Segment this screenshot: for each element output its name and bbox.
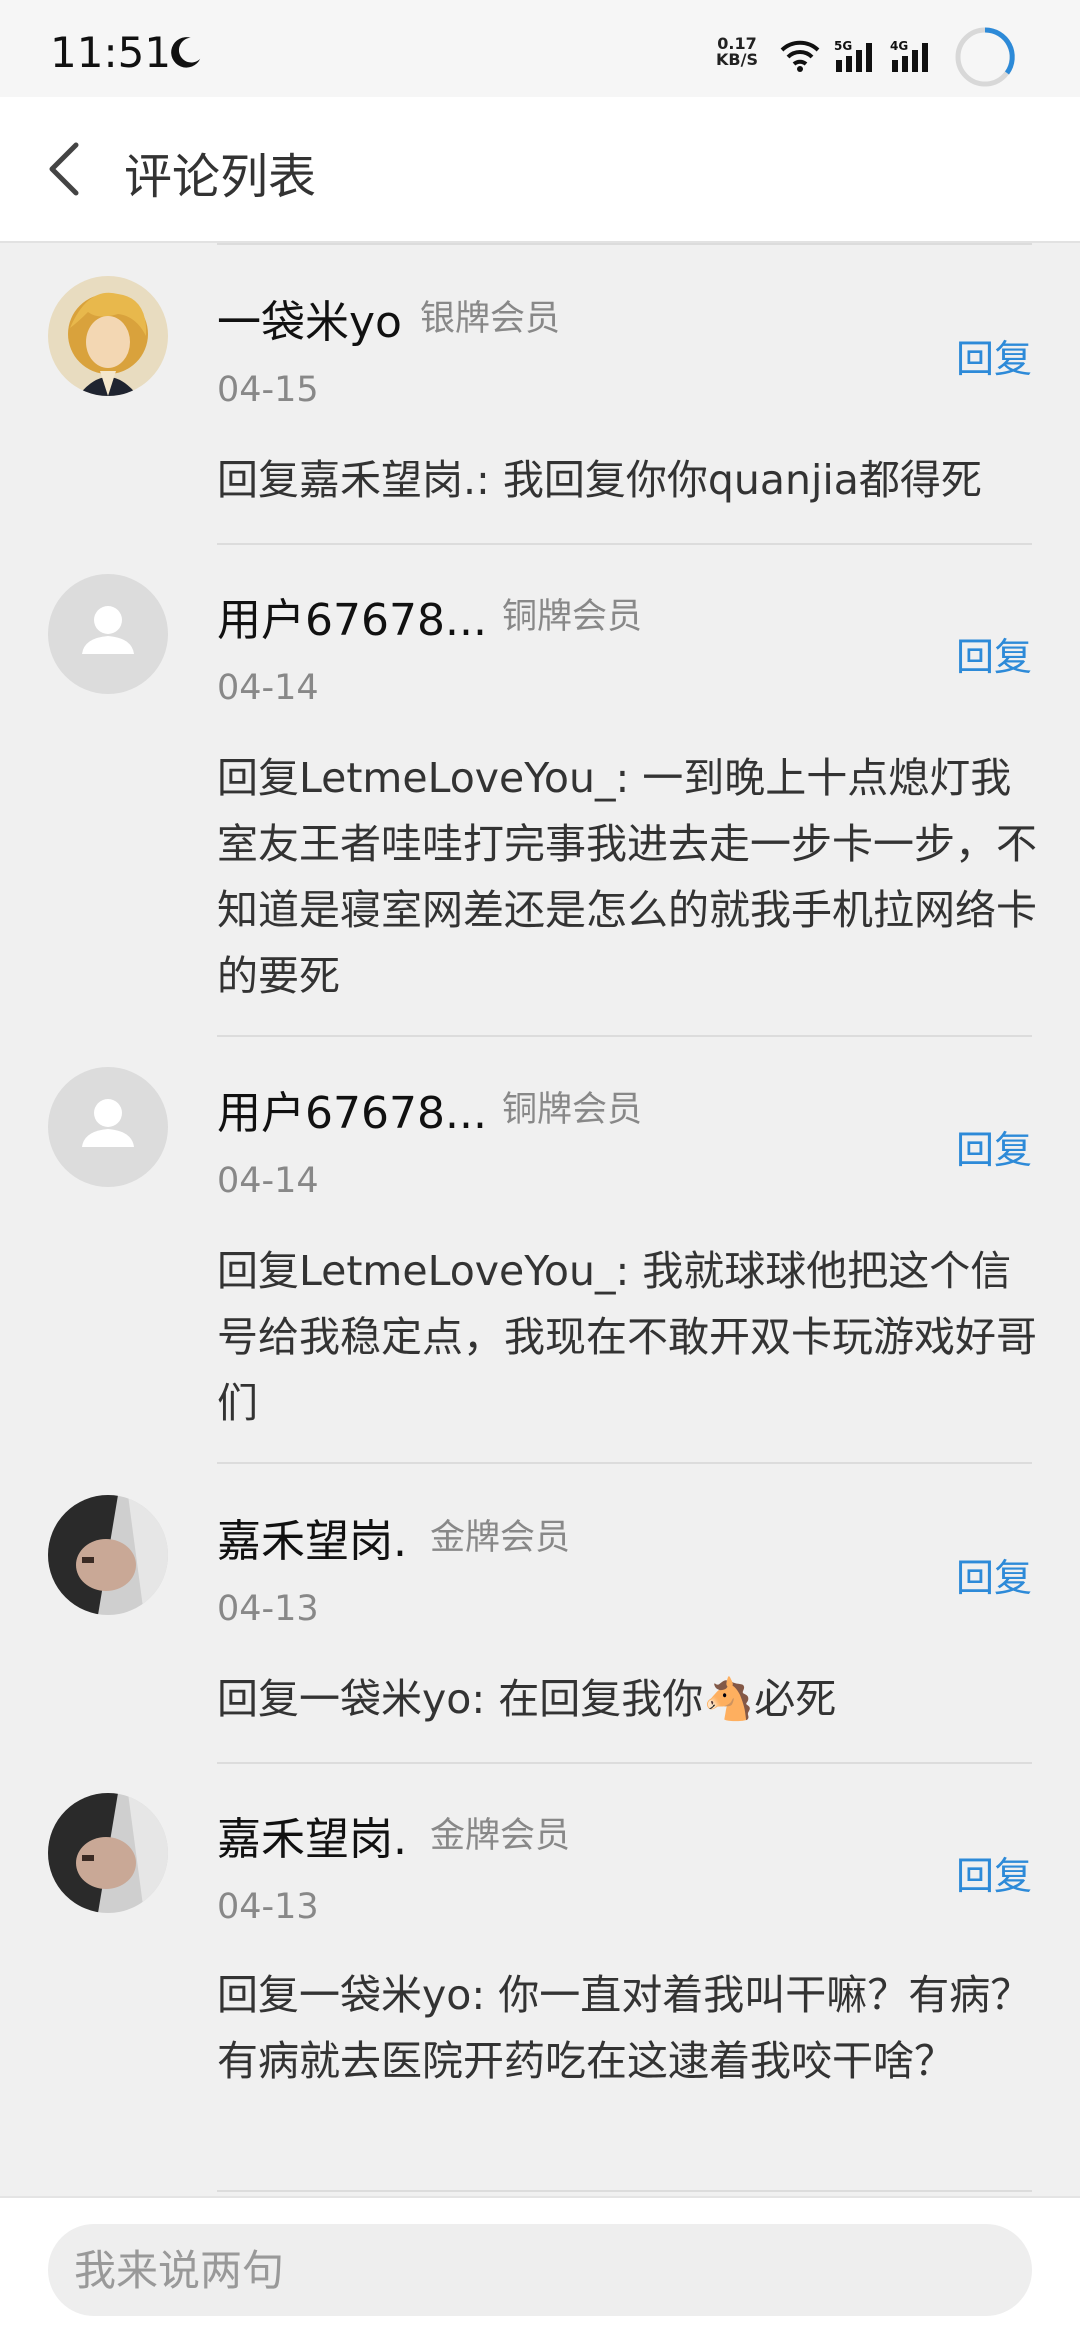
user-avatar-image bbox=[48, 1495, 168, 1615]
comment-date: 04-14 bbox=[217, 1161, 319, 1201]
moon-icon bbox=[171, 37, 201, 68]
member-badge: 金牌会员 bbox=[430, 1518, 571, 1558]
member-badge: 铜牌会员 bbox=[502, 597, 643, 637]
reply-button[interactable]: 回复 bbox=[956, 1119, 1032, 1174]
username[interactable]: 嘉禾望岗. bbox=[217, 1505, 407, 1569]
comment-input[interactable] bbox=[48, 2224, 1032, 2316]
default-user-icon bbox=[82, 1099, 134, 1147]
avatar[interactable] bbox=[48, 276, 168, 396]
reply-button[interactable]: 回复 bbox=[956, 626, 1032, 681]
user-avatar-image bbox=[48, 276, 168, 396]
reply-button[interactable]: 回复 bbox=[956, 328, 1032, 383]
comment-date: 04-15 bbox=[217, 370, 319, 410]
avatar[interactable] bbox=[48, 574, 168, 694]
comment-date: 04-13 bbox=[217, 1887, 319, 1927]
network-speed: 0.17 KB/S bbox=[716, 36, 758, 68]
page-title: 评论列表 bbox=[124, 149, 317, 205]
divider bbox=[217, 1462, 1032, 1464]
title-bar: 评论列表 bbox=[0, 97, 1080, 243]
status-bar: 11:51 0.17 KB/S 5G 4G bbox=[0, 0, 1080, 97]
comment-date: 04-13 bbox=[217, 1589, 319, 1629]
default-user-icon bbox=[82, 606, 134, 654]
comment-date: 04-14 bbox=[217, 668, 319, 708]
chevron-left-icon bbox=[49, 142, 79, 196]
member-badge: 铜牌会员 bbox=[502, 1090, 643, 1130]
back-button[interactable] bbox=[34, 131, 104, 207]
comment-text: 回复LetmeLoveYou_: 我就球球他把这个信号给我稳定点，我现在不敢开双… bbox=[217, 1247, 1037, 1427]
comment-text: 回复一袋米yo: 你一直对着我叫干嘛？有病？有病就去医院开药吃在这逮着我咬干啥？ bbox=[217, 1971, 1032, 2085]
username[interactable]: 一袋米yo bbox=[217, 286, 402, 350]
network-type-label: 4G bbox=[890, 39, 908, 53]
signal-icon: 4G bbox=[890, 39, 928, 72]
username[interactable]: 用户67678... bbox=[217, 584, 487, 648]
divider bbox=[217, 243, 1032, 245]
member-badge: 银牌会员 bbox=[420, 299, 561, 339]
avatar[interactable] bbox=[48, 1793, 168, 1913]
network-speed-unit: KB/S bbox=[716, 50, 758, 69]
loading-ring-icon bbox=[955, 27, 1015, 87]
username[interactable]: 嘉禾望岗. bbox=[217, 1803, 407, 1867]
signal-icon: 5G bbox=[834, 39, 872, 72]
member-badge: 金牌会员 bbox=[430, 1816, 571, 1856]
reply-button[interactable]: 回复 bbox=[956, 1547, 1032, 1602]
user-avatar-image bbox=[48, 1793, 168, 1913]
divider bbox=[217, 1035, 1032, 1037]
status-time: 11:51 bbox=[50, 28, 172, 77]
username[interactable]: 用户67678... bbox=[217, 1077, 487, 1141]
reply-button[interactable]: 回复 bbox=[956, 1845, 1032, 1900]
divider bbox=[217, 2190, 1032, 2192]
comment-bar bbox=[0, 2196, 1080, 2342]
wifi-icon bbox=[780, 40, 820, 72]
comment-text: 回复嘉禾望岗.: 我回复你你quanjia都得死 bbox=[217, 456, 982, 504]
comment-text: 回复LetmeLoveYou_: 一到晚上十点熄灯我室友王者哇哇打完事我进去走一… bbox=[217, 754, 1037, 1000]
divider bbox=[217, 543, 1032, 545]
divider bbox=[217, 1762, 1032, 1764]
avatar[interactable] bbox=[48, 1067, 168, 1187]
comment-text: 回复一袋米yo: 在回复我你🐴必死 bbox=[217, 1675, 837, 1723]
avatar[interactable] bbox=[48, 1495, 168, 1615]
network-type-label: 5G bbox=[834, 39, 852, 53]
